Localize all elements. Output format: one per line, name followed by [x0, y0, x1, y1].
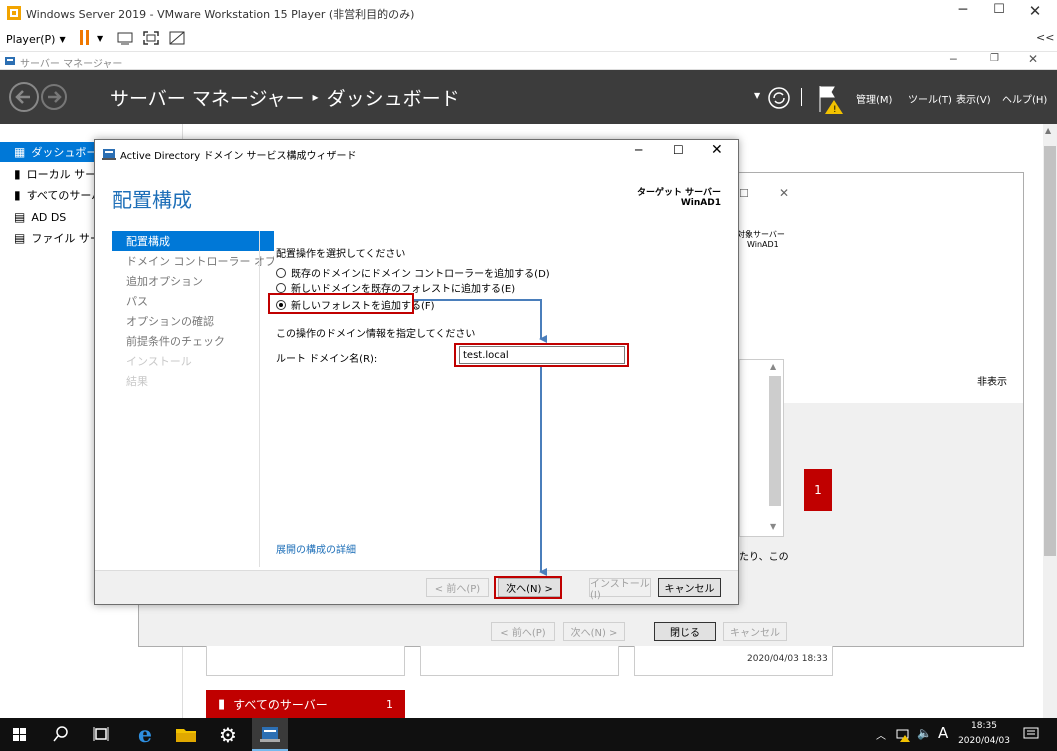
server-manager-icon: [260, 727, 280, 742]
taskbar-server-manager[interactable]: [252, 718, 288, 751]
annotation-arrows: [414, 299, 547, 576]
internet-explorer-icon[interactable]: e: [132, 718, 158, 751]
clock-date[interactable]: 2020/04/03: [954, 736, 1014, 746]
clock-time[interactable]: 18:35: [960, 721, 1008, 731]
windows-taskbar: e ⚙ ︿ 🔈 A 18:35 2020/04/03: [0, 718, 1057, 751]
task-view-icon[interactable]: [91, 718, 111, 751]
volume-muted-icon[interactable]: 🔈: [917, 726, 932, 740]
settings-gear-icon[interactable]: ⚙: [215, 718, 241, 751]
start-icon[interactable]: [10, 718, 30, 751]
show-hidden-icons[interactable]: ︿: [876, 727, 886, 742]
search-icon[interactable]: [51, 718, 71, 751]
network-warning-icon[interactable]: [896, 727, 912, 743]
file-explorer-icon[interactable]: [174, 718, 198, 751]
notification-center-icon[interactable]: [1022, 726, 1040, 742]
ime-indicator[interactable]: A: [938, 724, 948, 742]
